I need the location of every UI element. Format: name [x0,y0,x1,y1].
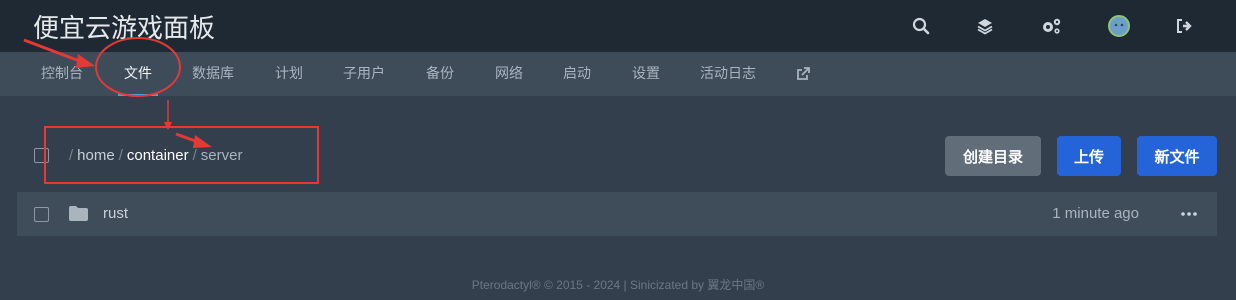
breadcrumb: / home / container / server [65,147,242,164]
breadcrumb-separator: / [118,147,123,164]
logout-icon[interactable] [1173,14,1197,38]
tab-files[interactable]: 文件 [118,52,158,96]
tab-startup[interactable]: 启动 [563,52,591,96]
breadcrumb-separator: / [69,147,74,164]
tab-activity-log[interactable]: 活动日志 [700,52,756,96]
breadcrumb-separator: / [192,147,197,164]
more-options-icon[interactable] [1177,200,1201,228]
external-link-icon[interactable] [796,67,811,81]
new-file-button[interactable]: 新文件 [1137,136,1217,176]
breadcrumb-home[interactable]: home [77,147,115,164]
upload-button[interactable]: 上传 [1057,136,1121,176]
tab-backups[interactable]: 备份 [426,52,454,96]
tab-users[interactable]: 子用户 [343,52,385,96]
tab-console[interactable]: 控制台 [41,52,83,96]
cogs-icon[interactable] [1039,14,1063,38]
search-icon[interactable] [909,14,933,38]
file-modified-time: 1 minute ago [1052,205,1139,222]
avatar[interactable] [1107,14,1131,38]
breadcrumb-container[interactable]: container [127,147,189,164]
breadcrumb-server: server [200,147,243,164]
top-bar: 便宜云游戏面板 [0,0,1236,52]
select-all-checkbox[interactable] [34,148,49,163]
create-directory-button[interactable]: 创建目录 [945,136,1041,176]
file-row[interactable]: rust 1 minute ago [17,192,1217,236]
tab-schedules[interactable]: 计划 [275,52,303,96]
file-name[interactable]: rust [103,205,128,222]
tab-databases[interactable]: 数据库 [192,52,234,96]
tab-settings[interactable]: 设置 [632,52,660,96]
tab-network[interactable]: 网络 [495,52,523,96]
footer-text: Pterodactyl® © 2015 - 2024 | Sinicizated… [471,278,765,292]
layers-icon[interactable] [973,14,997,38]
sub-navigation: 控制台 文件 数据库 计划 子用户 备份 网络 启动 设置 活动日志 [0,52,1236,96]
folder-icon [69,206,88,226]
file-checkbox[interactable] [34,207,49,222]
app-title[interactable]: 便宜云游戏面板 [33,8,215,45]
